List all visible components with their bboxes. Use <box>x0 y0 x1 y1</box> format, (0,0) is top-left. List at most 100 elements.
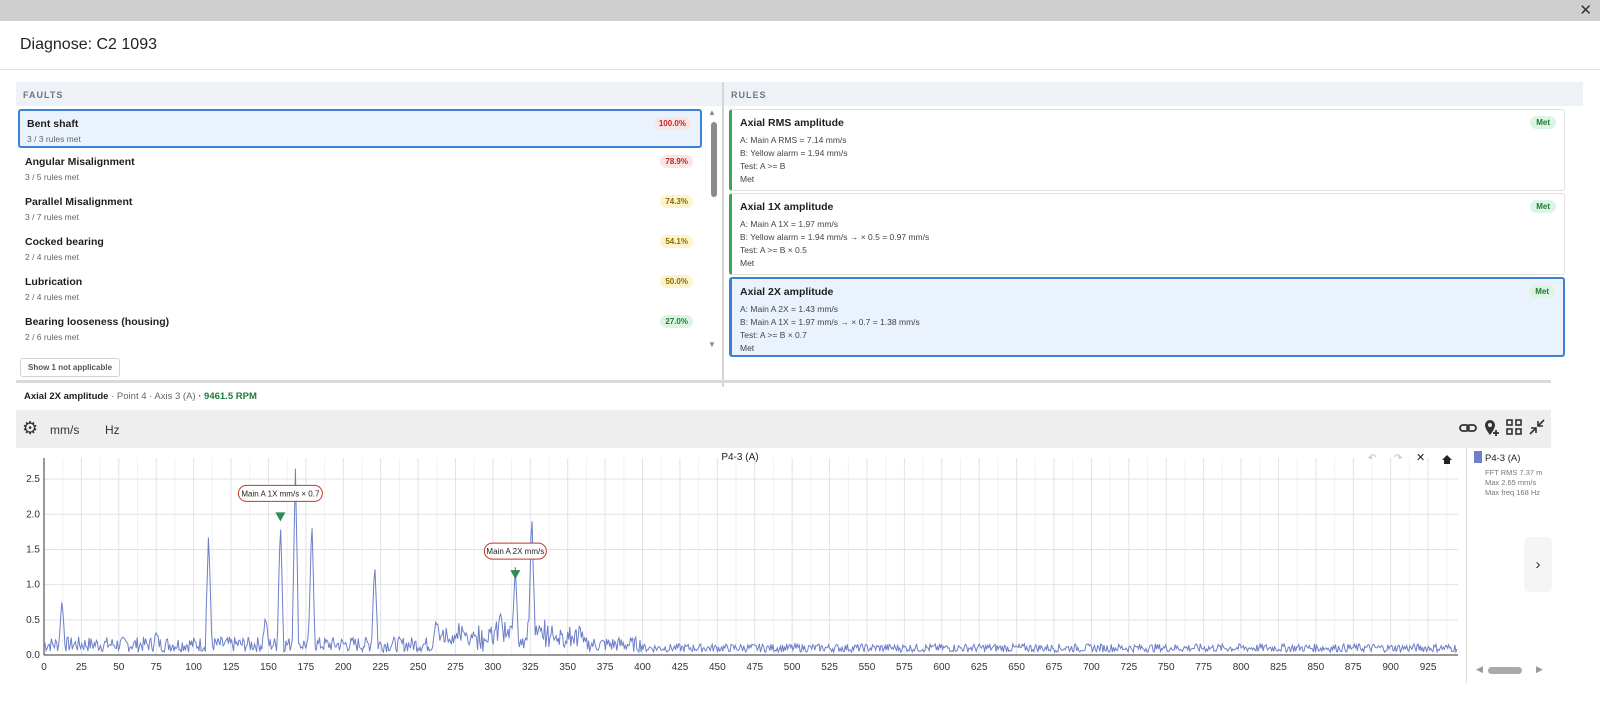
scroll-down-icon[interactable]: ▼ <box>708 340 716 349</box>
x-tick-label: 300 <box>485 662 502 673</box>
fault-name: Angular Misalignment <box>25 156 135 168</box>
fault-rules-met: 2 / 4 rules met <box>25 252 79 262</box>
legend-swatch <box>1474 451 1482 463</box>
gear-icon[interactable]: ⚙ <box>22 418 38 439</box>
fault-rules-met: 3 / 7 rules met <box>25 212 79 222</box>
close-icon[interactable]: ✕ <box>1579 0 1592 21</box>
rule-card[interactable]: Axial 1X amplitude A: Main A 1X = 1.97 mm… <box>729 193 1565 275</box>
x-tick-label: 650 <box>1008 662 1025 673</box>
fault-score-badge: 74.3% <box>660 195 693 208</box>
fault-item[interactable]: Lubrication 2 / 4 rules met 50.0% <box>18 269 702 308</box>
rule-detail-line: B: Yellow alarm = 1.94 mm/s <box>740 148 848 158</box>
x-tick-label: 925 <box>1420 662 1437 673</box>
x-tick-label: 575 <box>896 662 913 673</box>
faults-panel: FAULTS Bent shaft 3 / 3 rules met 100.0% An… <box>16 82 723 387</box>
legend-hscroll-thumb[interactable] <box>1488 667 1522 674</box>
fault-rules-met: 3 / 5 rules met <box>25 172 79 182</box>
x-tick-label: 800 <box>1233 662 1250 673</box>
rule-detail-line: Test: A >= B × 0.7 <box>740 330 807 340</box>
detail-rule-name: Axial 2X amplitude <box>24 391 109 402</box>
link-icon[interactable] <box>1459 419 1477 442</box>
chart-redo-icon[interactable]: ↷ <box>1394 453 1403 464</box>
fault-item[interactable]: Bearing looseness (housing) 2 / 6 rules m… <box>18 309 702 348</box>
scroll-right-icon[interactable]: ▶ <box>1536 664 1543 675</box>
title-divider <box>0 69 1600 70</box>
chart-title: P4-3 (A) <box>721 452 758 463</box>
x-tick-label: 850 <box>1308 662 1325 673</box>
add-location-icon[interactable] <box>1483 419 1501 442</box>
fault-rules-met: 2 / 6 rules met <box>25 332 79 342</box>
x-tick-labels: 0 25 50 75 100 125 150 175 200 225 250 275 300 325 350… <box>41 662 1437 673</box>
x-tick-label: 75 <box>151 662 163 673</box>
x-tick-label: 100 <box>185 662 202 673</box>
y-tick-labels: 0.0 0.5 1.0 1.5 2.0 2.5 <box>26 474 40 661</box>
chart-marker: Main A 2X mm/s <box>483 542 547 580</box>
rule-detail-line: Test: A >= B <box>740 161 786 171</box>
rule-title: Axial RMS amplitude <box>740 117 844 129</box>
x-tick-label: 50 <box>113 662 125 673</box>
dialog-title: Diagnose: C2 1093 <box>20 36 157 53</box>
window-top-bar: ✕ <box>0 0 1600 21</box>
chart-undo-icon[interactable]: ↶ <box>1368 453 1376 464</box>
marker-triangle <box>275 512 286 522</box>
panel-splitter[interactable] <box>16 380 1551 383</box>
x-tick-label: 325 <box>522 662 539 673</box>
y-tick-label: 0.5 <box>26 615 40 626</box>
detail-location: · Point 4 · Axis 3 (A) <box>111 391 196 402</box>
frequency-unit-button[interactable]: Hz <box>105 423 120 437</box>
spectrum-chart[interactable]: 0.0 0.5 1.0 1.5 2.0 2.5 0 25 50 75 100 125 150 175 20… <box>16 448 1466 683</box>
grid-view-icon[interactable] <box>1506 419 1522 440</box>
x-tick-label: 725 <box>1120 662 1137 673</box>
chart-markers: Main A 1X mm/s × 0.7 Main A 2X mm/s <box>237 484 547 580</box>
fault-item[interactable]: Bent shaft 3 / 3 rules met 100.0% <box>18 109 702 148</box>
fault-item[interactable]: Cocked bearing 2 / 4 rules met 54.1% <box>18 229 702 268</box>
chart-home-icon[interactable] <box>1442 455 1452 464</box>
legend-hscroll[interactable]: ◀ ▶ <box>1476 664 1556 676</box>
chevron-right-icon[interactable]: › <box>1524 537 1552 592</box>
rule-status-badge: Met <box>1530 200 1556 213</box>
x-tick-label: 425 <box>672 662 689 673</box>
chart-clear-icon[interactable]: ✕ <box>1416 452 1425 464</box>
fault-item[interactable]: Angular Misalignment 3 / 5 rules met 78.9% <box>18 149 702 188</box>
rule-detail-line: A: Main A 2X = 1.43 mm/s <box>740 304 839 314</box>
x-tick-label: 450 <box>709 662 726 673</box>
y-tick-label: 2.0 <box>26 509 40 520</box>
marker-label: Main A 1X mm/s × 0.7 <box>241 489 320 498</box>
rule-card[interactable]: Axial RMS amplitude A: Main A RMS = 7.14 … <box>729 109 1565 191</box>
x-tick-label: 775 <box>1195 662 1212 673</box>
faults-header: FAULTS <box>16 82 723 106</box>
x-tick-label: 675 <box>1046 662 1063 673</box>
legend-max: Max 2.65 mm/s <box>1485 478 1537 487</box>
x-tick-label: 550 <box>859 662 876 673</box>
scroll-left-icon[interactable]: ◀ <box>1476 664 1483 675</box>
x-tick-label: 600 <box>933 662 950 673</box>
fault-score-badge: 50.0% <box>660 275 693 288</box>
scroll-up-icon[interactable]: ▲ <box>708 108 716 117</box>
faults-scrollbar[interactable] <box>711 122 717 197</box>
rule-detail-line: Met <box>740 174 755 184</box>
x-tick-label: 200 <box>335 662 352 673</box>
collapse-icon[interactable] <box>1529 419 1545 440</box>
x-tick-label: 525 <box>821 662 838 673</box>
fault-item[interactable]: Parallel Misalignment 3 / 7 rules met 74.3… <box>18 189 702 228</box>
x-tick-label: 875 <box>1345 662 1362 673</box>
fault-name: Parallel Misalignment <box>25 196 133 208</box>
amplitude-unit-button[interactable]: mm/s <box>50 423 79 437</box>
chart-marker: Main A 1X mm/s × 0.7 <box>237 484 323 522</box>
legend-series-name[interactable]: P4-3 (A) <box>1485 453 1520 464</box>
rule-card[interactable]: Axial 2X amplitude A: Main A 2X = 1.43 mm… <box>729 277 1565 357</box>
svg-text:↶: ↶ <box>1368 453 1376 464</box>
svg-text:✕: ✕ <box>1416 452 1425 464</box>
x-tick-label: 25 <box>76 662 88 673</box>
rules-panel: RULES Axial RMS amplitude A: Main A RMS =… <box>722 82 1583 387</box>
rule-detail-line: A: Main A 1X = 1.97 mm/s <box>740 219 839 229</box>
rule-status-badge: Met <box>1529 285 1555 298</box>
rule-detail-line: B: Yellow alarm = 1.94 mm/s → × 0.5 = 0.… <box>740 232 930 242</box>
marker-label: Main A 2X mm/s <box>486 547 544 556</box>
rule-detail-line: Met <box>740 258 755 268</box>
show-not-applicable-button[interactable]: Show 1 not applicable <box>20 358 121 377</box>
x-tick-label: 175 <box>298 662 315 673</box>
x-tick-label: 825 <box>1270 662 1287 673</box>
fault-name: Bearing looseness (housing) <box>25 316 170 328</box>
y-tick-label: 1.5 <box>26 544 40 555</box>
